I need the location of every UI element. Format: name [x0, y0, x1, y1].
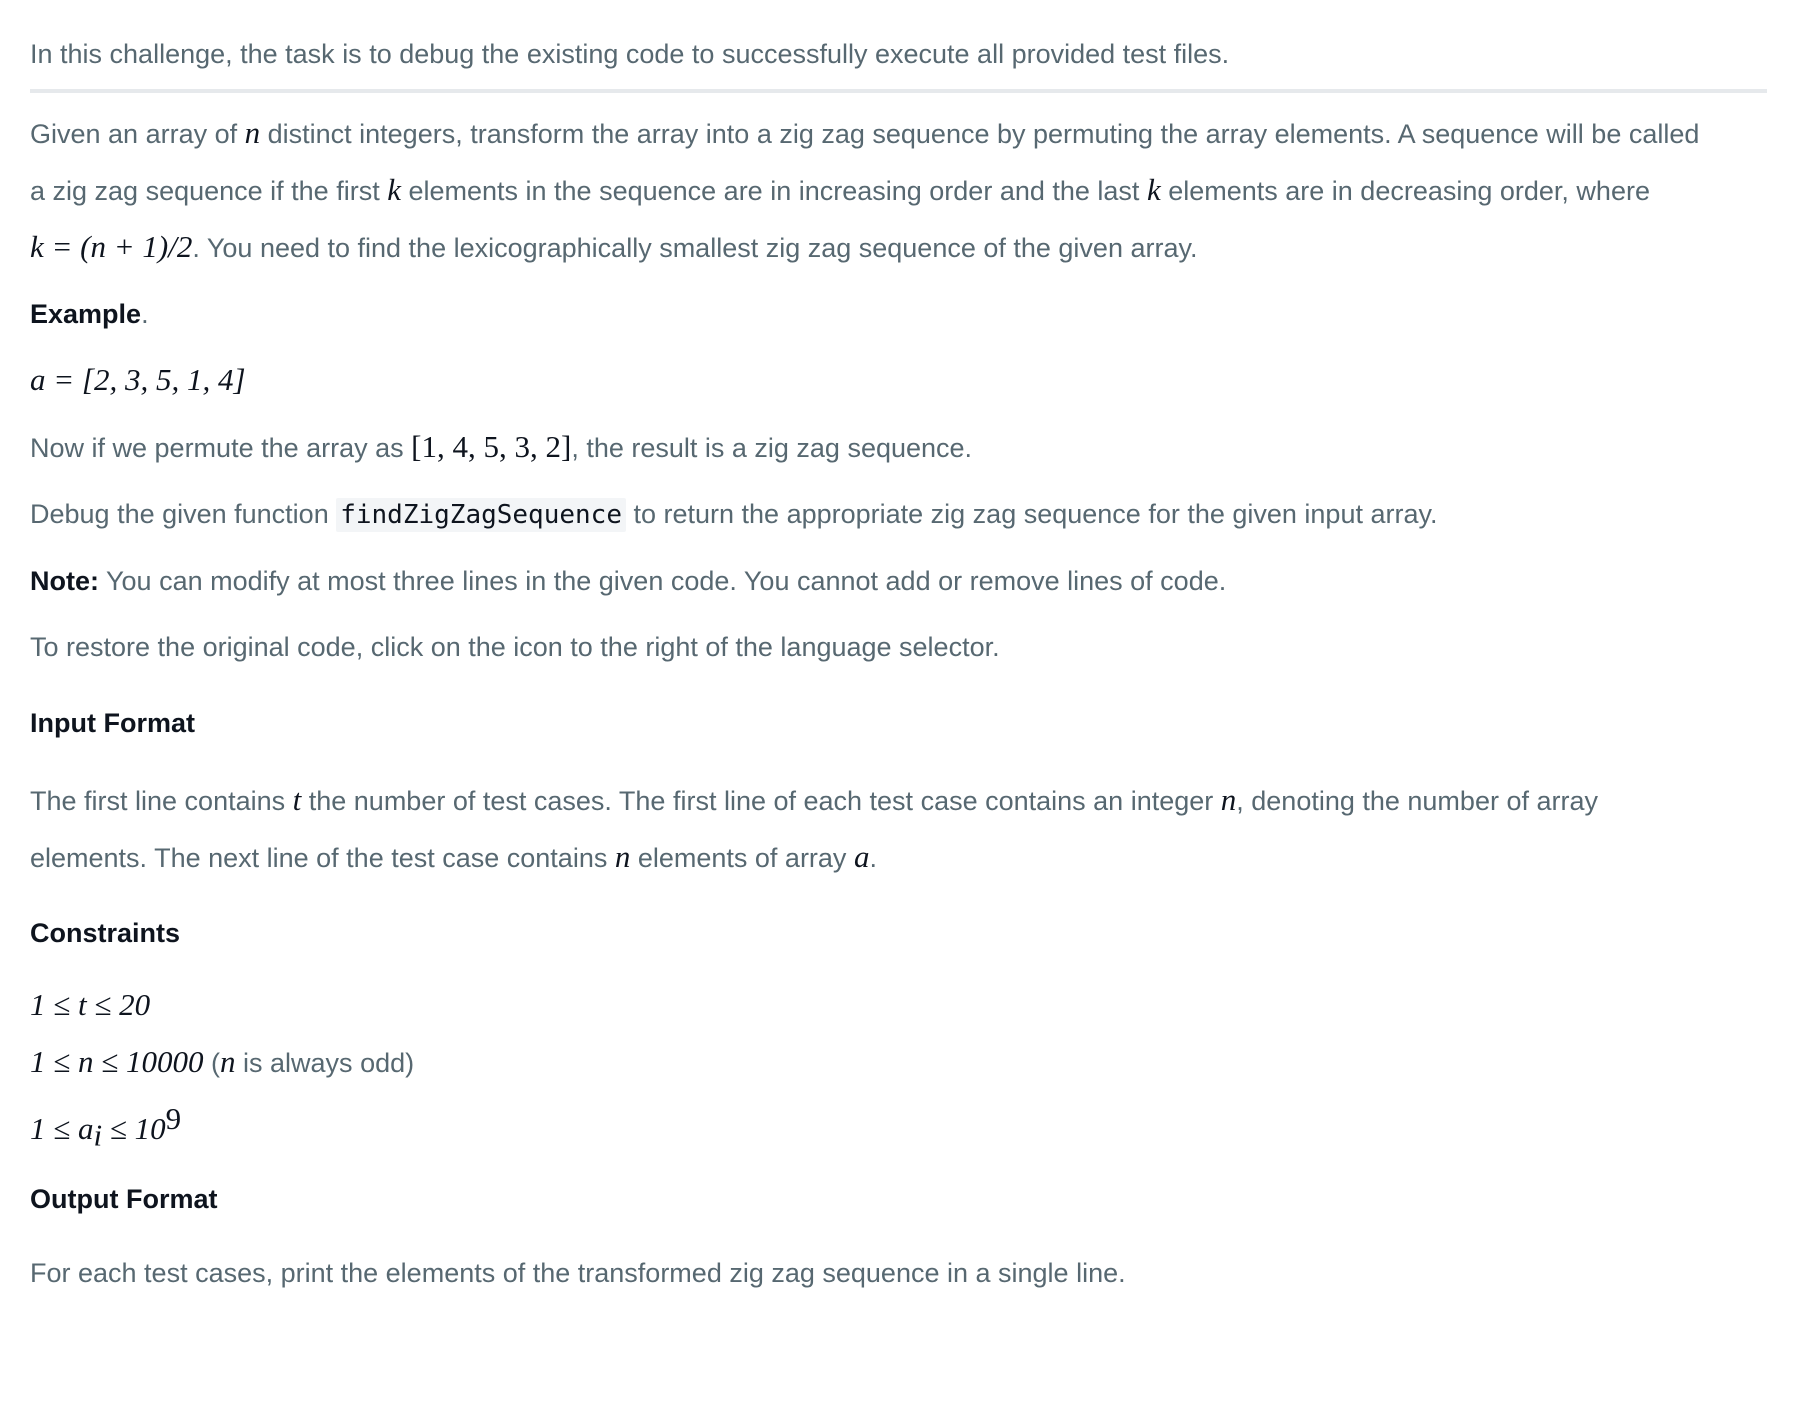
math-n: n [614, 839, 631, 874]
description-line-2: a zig zag sequence if the first k elemen… [30, 172, 1650, 207]
input-format-line-1: The first line contains t the number of … [30, 782, 1598, 817]
input-format-line-2: elements. The next line of the test case… [30, 839, 877, 874]
math-t: t [292, 782, 302, 817]
output-format-heading: Output Format [30, 1184, 218, 1214]
description-line-1: Given an array of n distinct integers, t… [30, 115, 1700, 150]
math-n: n [244, 115, 261, 150]
function-name-code: findZigZagSequence [336, 498, 626, 532]
note-label: Note: [30, 566, 99, 596]
math-formula: k = (n + 1)/2 [30, 229, 193, 264]
description-line-3: k = (n + 1)/2. You need to find the lexi… [30, 229, 1198, 264]
math-a: a [853, 839, 870, 874]
math-array: a = [2, 3, 5, 1, 4] [30, 362, 246, 397]
math-k: k [1146, 172, 1161, 207]
constraint-3: 1 ≤ ai ≤ 109 [30, 1101, 182, 1153]
constraints-heading: Constraints [30, 918, 181, 948]
intro-text: In this challenge, the task is to debug … [30, 39, 1230, 69]
divider [30, 89, 1767, 93]
math-k: k [387, 172, 401, 207]
constraint-2: 1 ≤ n ≤ 10000 (n is always odd) [30, 1044, 415, 1079]
example-heading: Example. [30, 299, 149, 329]
math-permuted-array: [1, 4, 5, 3, 2] [411, 429, 572, 464]
input-format-heading: Input Format [30, 708, 195, 738]
constraint-1: 1 ≤ t ≤ 20 [30, 987, 151, 1022]
math-n: n [1220, 782, 1237, 817]
